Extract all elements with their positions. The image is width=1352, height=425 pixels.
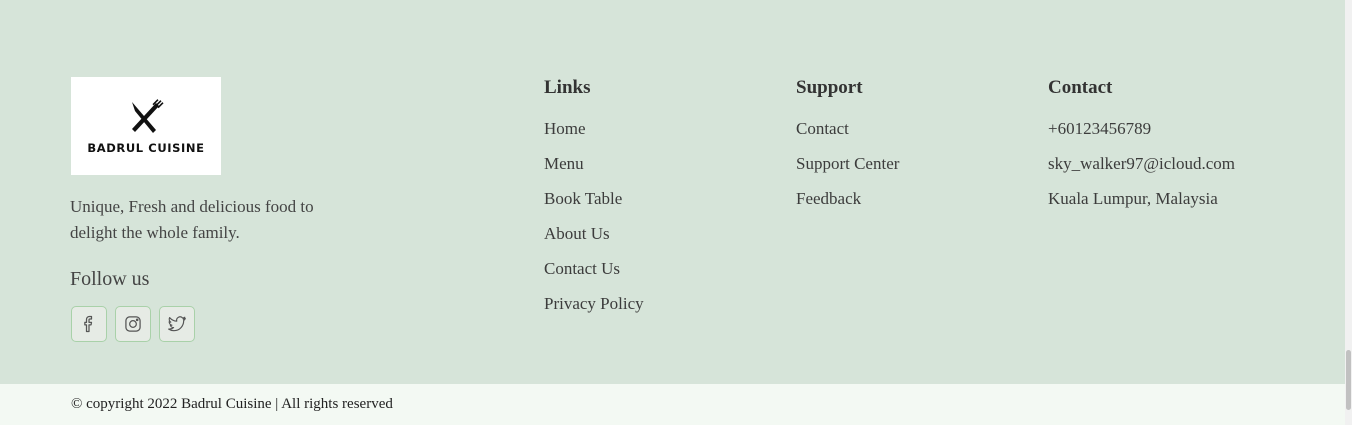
social-links <box>71 306 195 342</box>
page-scrollbar[interactable] <box>1345 0 1352 425</box>
contact-location: Kuala Lumpur, Malaysia <box>1048 189 1218 208</box>
twitter-button[interactable] <box>159 306 195 342</box>
link-contact-us[interactable]: Contact Us <box>544 259 620 278</box>
twitter-icon <box>168 316 186 332</box>
follow-us-title: Follow us <box>70 268 150 290</box>
fork-knife-icon <box>132 99 164 133</box>
link-book-table[interactable]: Book Table <box>544 189 622 208</box>
site-footer: BADRUL CUISINE Unique, Fresh and delicio… <box>0 0 1345 384</box>
contact-column: Contact +60123456789 sky_walker97@icloud… <box>1048 76 1235 224</box>
instagram-icon <box>125 316 141 332</box>
copyright-bar: © copyright 2022 Badrul Cuisine | All ri… <box>0 384 1345 425</box>
link-about-us[interactable]: About Us <box>544 224 610 243</box>
link-home[interactable]: Home <box>544 119 586 138</box>
facebook-button[interactable] <box>71 306 107 342</box>
contact-phone: +60123456789 <box>1048 119 1152 138</box>
link-feedback[interactable]: Feedback <box>796 189 861 208</box>
instagram-button[interactable] <box>115 306 151 342</box>
links-title: Links <box>544 77 591 98</box>
contact-title: Contact <box>1048 77 1113 98</box>
contact-email: sky_walker97@icloud.com <box>1048 154 1236 173</box>
copyright-text: © copyright 2022 Badrul Cuisine | All ri… <box>71 396 393 412</box>
link-support-center[interactable]: Support Center <box>796 154 899 173</box>
facebook-icon <box>84 315 93 333</box>
links-column: Links Home Menu Book Table About Us Cont… <box>544 76 644 329</box>
brand-logo[interactable]: BADRUL CUISINE <box>71 77 221 175</box>
brand-logo-text: BADRUL CUISINE <box>87 141 205 155</box>
support-column: Support Contact Support Center Feedback <box>796 76 899 224</box>
link-menu[interactable]: Menu <box>544 154 584 173</box>
brand-tagline: Unique, Fresh and delicious food to deli… <box>70 197 314 242</box>
link-support-contact[interactable]: Contact <box>796 119 849 138</box>
scrollbar-thumb[interactable] <box>1346 350 1351 410</box>
support-title: Support <box>796 77 863 98</box>
link-privacy-policy[interactable]: Privacy Policy <box>544 294 644 313</box>
